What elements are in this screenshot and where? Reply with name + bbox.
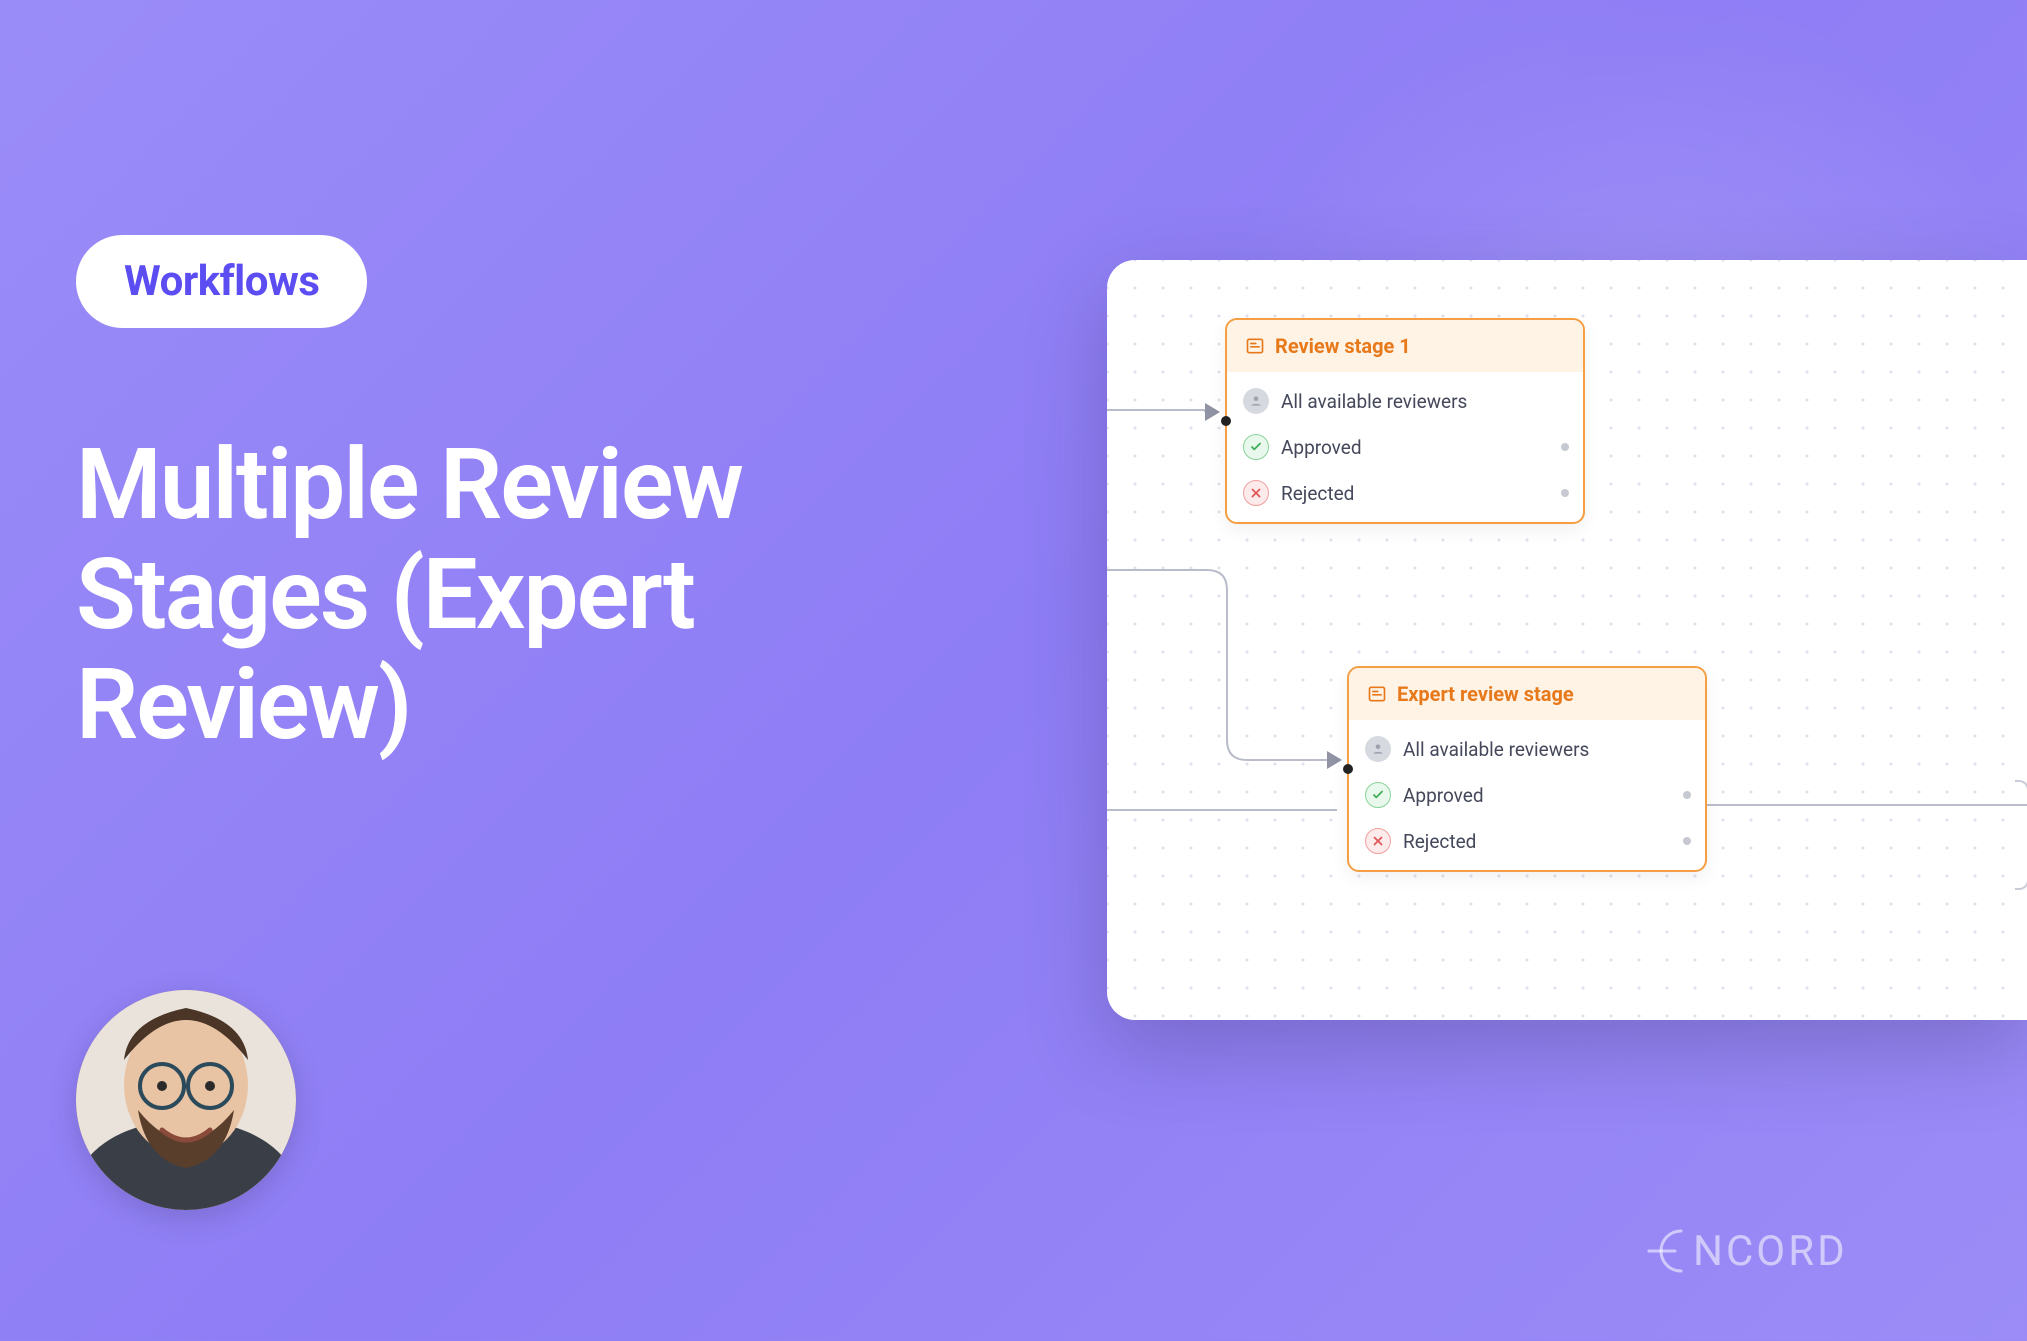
- x-circle-icon: [1365, 828, 1391, 854]
- node-title: Expert review stage: [1397, 682, 1574, 706]
- reviewers-label: All available reviewers: [1403, 738, 1589, 761]
- workflow-node-expert-review[interactable]: Expert review stage All available review…: [1347, 666, 1707, 872]
- output-port-icon[interactable]: [1561, 489, 1569, 497]
- category-chip: Workflows: [76, 235, 367, 328]
- check-circle-icon: [1243, 434, 1269, 460]
- node-header: Expert review stage: [1349, 668, 1705, 720]
- author-avatar: [76, 990, 296, 1210]
- node-row-rejected[interactable]: Rejected: [1227, 470, 1583, 516]
- node-header: Review stage 1: [1227, 320, 1583, 372]
- rejected-label: Rejected: [1403, 830, 1476, 853]
- users-icon: [1365, 736, 1391, 762]
- workflow-node-review-stage-1[interactable]: Review stage 1 All available reviewers A…: [1225, 318, 1585, 524]
- edge-bracket-icon: [2015, 780, 2027, 890]
- output-port-icon[interactable]: [1683, 837, 1691, 845]
- node-row-rejected[interactable]: Rejected: [1349, 818, 1705, 864]
- page-title: Multiple Review Stages (Expert Review): [76, 430, 1036, 759]
- node-title: Review stage 1: [1275, 334, 1411, 358]
- node-row-reviewers[interactable]: All available reviewers: [1349, 726, 1705, 772]
- review-stage-icon: [1245, 336, 1265, 356]
- node-body: All available reviewers Approved Rejecte…: [1349, 720, 1705, 870]
- category-chip-label: Workflows: [124, 257, 319, 306]
- node-row-reviewers[interactable]: All available reviewers: [1227, 378, 1583, 424]
- approved-label: Approved: [1403, 784, 1484, 807]
- output-port-icon[interactable]: [1683, 791, 1691, 799]
- reviewers-label: All available reviewers: [1281, 390, 1467, 413]
- output-port-icon[interactable]: [1561, 443, 1569, 451]
- review-stage-icon: [1367, 684, 1387, 704]
- workflow-canvas: Review stage 1 All available reviewers A…: [1107, 260, 2027, 1020]
- rejected-label: Rejected: [1281, 482, 1354, 505]
- x-circle-icon: [1243, 480, 1269, 506]
- node-row-approved[interactable]: Approved: [1349, 772, 1705, 818]
- users-icon: [1243, 388, 1269, 414]
- brand-logo: NCORD: [1645, 1219, 1945, 1283]
- node-body: All available reviewers Approved Rejecte…: [1227, 372, 1583, 522]
- node-row-approved[interactable]: Approved: [1227, 424, 1583, 470]
- approved-label: Approved: [1281, 436, 1362, 459]
- svg-text:NCORD: NCORD: [1693, 1227, 1848, 1276]
- check-circle-icon: [1365, 782, 1391, 808]
